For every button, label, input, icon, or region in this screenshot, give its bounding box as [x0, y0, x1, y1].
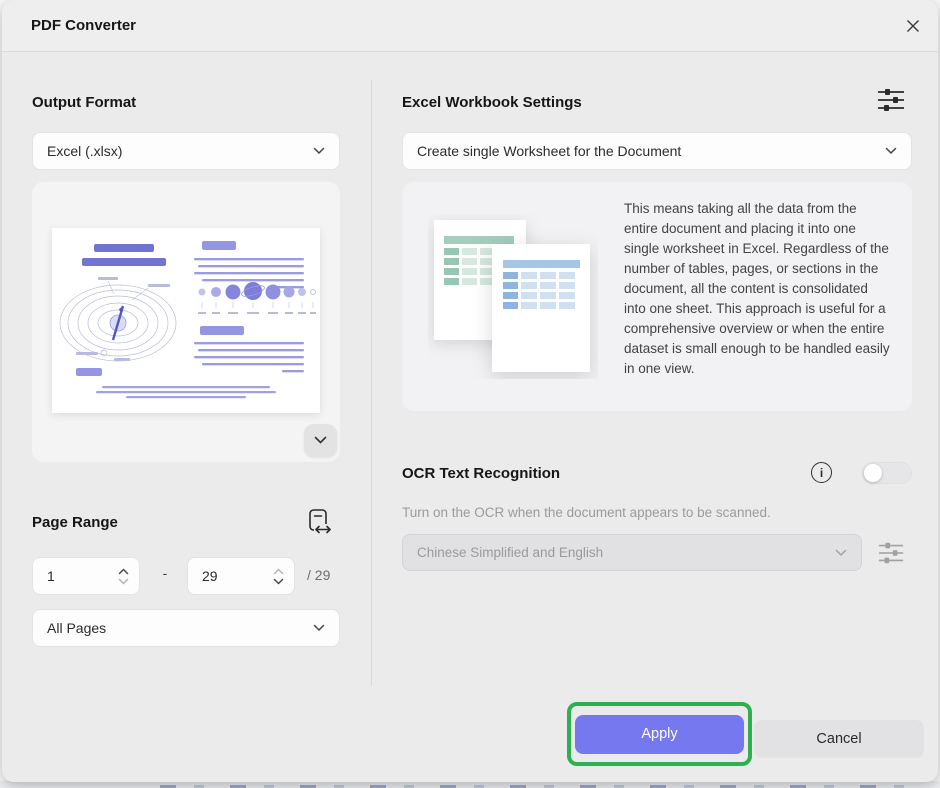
- document-preview-card: [32, 182, 340, 462]
- sliders-icon: [878, 540, 904, 566]
- ocr-language-value: Chinese Simplified and English: [417, 545, 603, 560]
- ocr-advanced-button: [878, 540, 904, 566]
- cancel-button[interactable]: Cancel: [754, 720, 924, 758]
- sliders-icon: [877, 86, 905, 114]
- output-format-label: Output Format: [32, 94, 136, 111]
- chevron-down-icon: [835, 549, 847, 557]
- worksheet-mode-value: Create single Worksheet for the Document: [417, 143, 681, 159]
- stepper-up-icon[interactable]: [273, 568, 284, 575]
- pdf-converter-dialog: PDF Converter Output Format Excel (.xlsx…: [2, 0, 938, 782]
- titlebar: PDF Converter: [2, 0, 938, 52]
- chevron-down-icon: [313, 624, 325, 632]
- page-from-stepper[interactable]: [32, 557, 140, 595]
- output-format-select[interactable]: Excel (.xlsx): [32, 132, 340, 170]
- page-mode-value: All Pages: [47, 620, 106, 636]
- page-to-stepper[interactable]: [187, 557, 295, 595]
- underlying-page-strip: [0, 781, 940, 788]
- preview-expand-button[interactable]: [304, 424, 337, 457]
- chevron-down-icon: [885, 147, 897, 155]
- apply-button[interactable]: Apply: [575, 715, 744, 754]
- toggle-knob: [864, 464, 882, 482]
- worksheet-mode-description: This means taking all the data from the …: [624, 199, 890, 379]
- workbook-advanced-button[interactable]: [877, 86, 905, 114]
- page-total: / 29: [307, 567, 330, 583]
- page-range-options-button[interactable]: [306, 507, 334, 537]
- page-to-input[interactable]: [202, 568, 256, 584]
- ocr-info-button[interactable]: i: [811, 462, 832, 483]
- apply-highlight-annotation: Apply: [567, 702, 752, 766]
- workbook-settings-label: Excel Workbook Settings: [402, 94, 582, 111]
- stepper-down-icon[interactable]: [118, 578, 129, 585]
- chevron-down-icon: [313, 147, 325, 155]
- worksheet-mode-info-card: This means taking all the data from the …: [402, 182, 912, 411]
- ocr-hint-text: Turn on the OCR when the document appear…: [402, 505, 771, 520]
- worksheet-mode-select[interactable]: Create single Worksheet for the Document: [402, 132, 912, 170]
- info-icon: i: [820, 466, 823, 480]
- stepper-up-icon[interactable]: [118, 568, 129, 575]
- page-mode-select[interactable]: All Pages: [32, 609, 340, 647]
- panel-divider: [371, 80, 372, 686]
- close-button[interactable]: [901, 14, 925, 38]
- page-range-icon: [306, 507, 334, 537]
- page-from-input[interactable]: [47, 568, 101, 584]
- spreadsheet-pages-illustration: [428, 214, 598, 384]
- dialog-title: PDF Converter: [31, 17, 136, 34]
- ocr-label: OCR Text Recognition: [402, 465, 560, 482]
- chevron-down-icon: [314, 436, 327, 445]
- page-range-separator: -: [154, 565, 176, 581]
- ocr-toggle[interactable]: [862, 462, 912, 484]
- page-range-label: Page Range: [32, 514, 118, 531]
- preview-page-art: [52, 228, 320, 413]
- ocr-language-select[interactable]: Chinese Simplified and English: [402, 534, 862, 571]
- output-format-value: Excel (.xlsx): [47, 143, 122, 159]
- close-icon: [905, 18, 921, 34]
- document-preview-page: [52, 228, 320, 413]
- stepper-down-icon[interactable]: [273, 578, 284, 585]
